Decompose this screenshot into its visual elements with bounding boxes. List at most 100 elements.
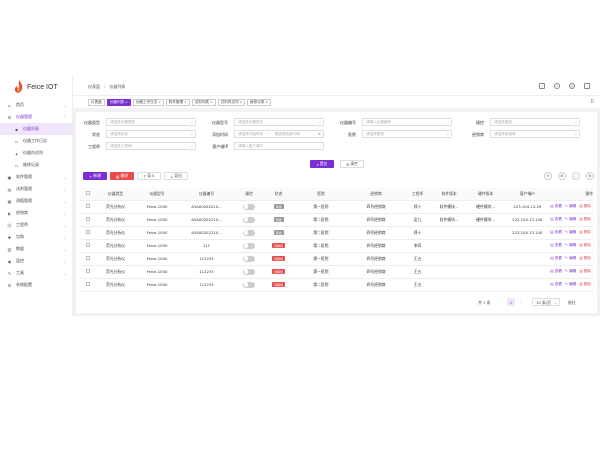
sidebar-item-dealer[interactable]: ◐ 经销商 ⌄: [0, 207, 73, 219]
view-button[interactable]: ▤ 查看: [550, 217, 562, 222]
row-checkbox[interactable]: [85, 256, 90, 260]
filter-ip-input[interactable]: 请输入客户端IP: [234, 142, 324, 150]
sidebar-item-settings[interactable]: ⚙ 系统配置: [0, 279, 73, 291]
import-button[interactable]: ⇡ 导入: [137, 172, 161, 180]
control-toggle[interactable]: [242, 203, 255, 210]
edit-button[interactable]: ✎ 编辑: [565, 217, 576, 222]
filter-hospital-select[interactable]: 请选择医院 ⌄: [362, 130, 452, 138]
row-checkbox[interactable]: [85, 204, 90, 208]
control-toggle[interactable]: [242, 242, 255, 249]
filter-date-range[interactable]: 请选择开始时间 ~ 请选择结束时间 ⊗: [234, 130, 324, 138]
tab-2[interactable]: 仪器工作日志 ×: [132, 98, 164, 106]
edit-button[interactable]: ✎ 编辑: [565, 204, 576, 209]
pager-page-current[interactable]: 1: [507, 298, 515, 306]
export-button[interactable]: ⇣ 导出: [164, 172, 188, 180]
edit-button[interactable]: ✎ 编辑: [565, 269, 576, 274]
control-toggle[interactable]: [242, 216, 255, 223]
edit-button[interactable]: ✎ 编辑: [565, 282, 576, 287]
view-button[interactable]: ▤ 查看: [550, 204, 562, 209]
sidebar-item-kit[interactable]: ▦ 测值管理 ⌄: [0, 195, 73, 207]
more-menu-icon[interactable]: ⋮: [584, 83, 590, 89]
sidebar-item-data[interactable]: ▥ 数据 ⌄: [0, 243, 73, 255]
pager-prev[interactable]: ‹: [498, 300, 500, 305]
view-button[interactable]: ▤ 查看: [550, 282, 562, 287]
table-row[interactable]: 荧光分析仪 Feice-1000 A3A00202210... 离线 第二医院 四号经销商…: [80, 226, 593, 240]
row-checkbox[interactable]: [85, 269, 90, 273]
filter-engineer-select[interactable]: 请选择工程师 ⌄: [106, 142, 196, 150]
sidebar-item-doc[interactable]: ▫ 仪器工作日志: [0, 135, 73, 147]
add-button[interactable]: + 新增: [83, 172, 107, 180]
close-icon[interactable]: ×: [158, 99, 161, 105]
view-button[interactable]: ▤ 查看: [550, 256, 562, 261]
row-checkbox[interactable]: [85, 217, 90, 221]
sidebar-item-tools[interactable]: ✎ 工具 ⌄: [0, 267, 73, 279]
pager-next[interactable]: ›: [520, 300, 522, 305]
reset-button[interactable]: ⟲ 清空: [340, 160, 364, 168]
sidebar-item-task[interactable]: ▴ 仪器内试列: [0, 147, 73, 159]
table-row[interactable]: 荧光分析仪 Feice-1000 111 待审核 第二医院 四号经销商 李四 ▤ 查看 ✎ 编辑…: [80, 239, 593, 253]
filter-dealer-select[interactable]: 请选择经销商 ⌄: [490, 130, 580, 138]
table-row[interactable]: 荧光分析仪 Feice-1000 A3A00202210... 离线 第一医院 四号经销商…: [80, 200, 593, 214]
density-icon[interactable]: ⊞: [558, 172, 566, 180]
close-icon[interactable]: ×: [125, 99, 128, 105]
delete-row-button[interactable]: ▥ 删除: [579, 269, 591, 274]
view-button[interactable]: ▤ 查看: [550, 269, 562, 274]
delete-row-button[interactable]: ▥ 删除: [579, 256, 591, 261]
filter-status-select[interactable]: 请选择状态 ⌄: [106, 130, 196, 138]
submit-button[interactable]: ⌕ 提交: [310, 160, 334, 168]
column-settings-icon[interactable]: ⚙: [586, 172, 594, 180]
tab-0[interactable]: 仪表盘: [88, 98, 105, 106]
avatar[interactable]: ☺: [569, 83, 575, 89]
close-icon[interactable]: ×: [210, 99, 213, 105]
table-row[interactable]: 荧光分析仪 Feice-1000 A3A00202210... 离线 第二医院 四号经销商…: [80, 213, 593, 227]
sidebar-item-monitor[interactable]: ◉ 监控 ⌄: [0, 255, 73, 267]
delete-row-button[interactable]: ▥ 删除: [579, 204, 591, 209]
tab-1[interactable]: 仪器列表 ×: [106, 98, 131, 106]
edit-button[interactable]: ✎ 编辑: [565, 230, 576, 235]
delete-row-button[interactable]: ▥ 删除: [579, 230, 591, 235]
tab-6[interactable]: 维修记录 ×: [247, 98, 271, 106]
filter-type-select[interactable]: 请选择仪器类型 ⌄: [106, 118, 196, 126]
filter-control-select[interactable]: 请选择操控 ⌄: [490, 118, 580, 126]
refresh-icon[interactable]: ⟳: [544, 172, 552, 180]
sidebar-item-hospital[interactable]: ✚ 包购 ⌄: [0, 231, 73, 243]
control-toggle[interactable]: [242, 229, 255, 236]
sidebar-item-trial[interactable]: ▤ 试剂管理 ⌄: [0, 183, 73, 195]
delete-button[interactable]: ▥ 删除: [110, 172, 134, 180]
delete-row-button[interactable]: ▥ 删除: [579, 282, 591, 287]
delete-row-button[interactable]: ▥ 删除: [579, 243, 591, 248]
close-icon[interactable]: ×: [265, 99, 268, 105]
row-checkbox[interactable]: [85, 230, 90, 234]
close-icon[interactable]: ×: [240, 99, 243, 105]
row-checkbox[interactable]: [85, 243, 90, 247]
sidebar-item-record[interactable]: ▫ 维修记录: [0, 159, 73, 171]
view-button[interactable]: ▤ 查看: [550, 243, 562, 248]
breadcrumb-item-dashboard[interactable]: 仪表盘: [88, 84, 100, 90]
control-toggle[interactable]: [242, 268, 255, 275]
control-toggle[interactable]: [242, 255, 255, 262]
table-row[interactable]: 荧光分析仪 Feice-1000 112233 待审核 第一医院 四号经销商 王五 ▤ 查看 ✎…: [80, 252, 593, 266]
sidebar-item-engineer[interactable]: ☺ 工程师 ⌄: [0, 219, 73, 231]
tabs-grid-icon[interactable]: ⠿: [590, 99, 594, 105]
sidebar-item-instrument[interactable]: ⚙ 仪器管理 ⌃: [0, 111, 73, 123]
control-toggle[interactable]: [242, 281, 255, 288]
table-row[interactable]: 荧光分析仪 Feice-1000 112233 待审核 第二医院 四号经销商 王五 ▤ 查看 ✎…: [80, 278, 593, 292]
close-icon[interactable]: ×: [184, 99, 187, 105]
edit-button[interactable]: ✎ 编辑: [565, 243, 576, 248]
filter-serial-input[interactable]: 请输入仪器编号: [362, 118, 452, 126]
pager-size-select[interactable]: 10 条/页 ⌄: [532, 298, 560, 306]
sidebar-item-list[interactable]: ▪ 仪器列表: [0, 123, 73, 135]
edit-button[interactable]: ✎ 编辑: [565, 256, 576, 261]
fullscreen-icon[interactable]: ⤢: [539, 83, 545, 89]
sidebar-item-software[interactable]: ▣ 软件管理 ⌄: [0, 171, 73, 183]
sidebar-item-home[interactable]: ⌂ 首页 ⌄: [0, 99, 73, 111]
row-checkbox[interactable]: [85, 282, 90, 286]
filter-model-select[interactable]: 请选择仪器型号 ⌄: [234, 118, 324, 126]
select-all-checkbox[interactable]: [85, 191, 90, 196]
tab-4[interactable]: 试剂列表 ×: [191, 98, 216, 106]
tab-5[interactable]: 试剂内试列 ×: [217, 98, 246, 106]
table-row[interactable]: 荧光分析仪 Feice-1000 112233 待审核 第一医院 四号经销商 王五 ▤ 查看 ✎…: [80, 265, 593, 279]
tab-3[interactable]: 软件管理 ×: [165, 98, 190, 106]
delete-row-button[interactable]: ▥ 删除: [579, 217, 591, 222]
bell-icon[interactable]: •: [554, 83, 560, 89]
